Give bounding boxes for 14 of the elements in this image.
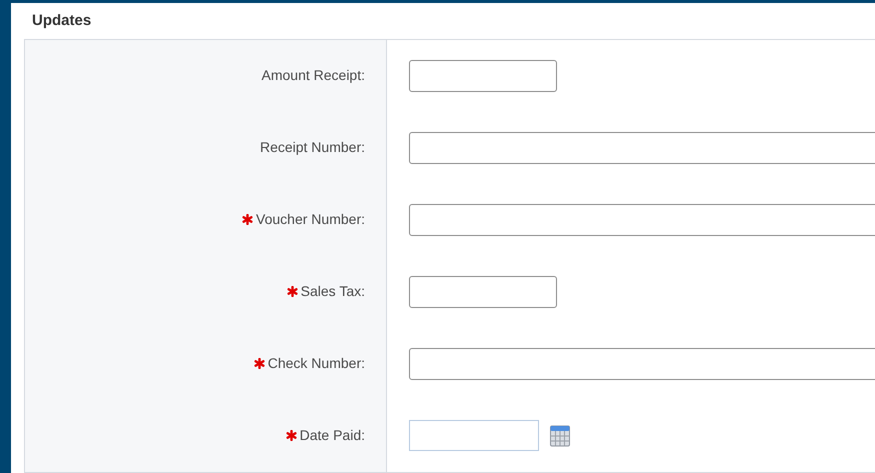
section-title: Updates [32, 11, 92, 31]
input-field[interactable] [409, 276, 557, 308]
input-field[interactable] [409, 348, 875, 380]
field-label: Check Number: [268, 354, 365, 373]
field-label: Amount Receipt: [262, 66, 365, 85]
field-label: Receipt Number: [260, 138, 365, 157]
date-field[interactable] [409, 420, 539, 451]
calendar-icon[interactable] [550, 424, 570, 446]
field-label: Voucher Number: [256, 210, 365, 229]
input-field[interactable] [409, 132, 875, 164]
field-label: Date Paid: [300, 426, 365, 445]
field-label: Sales Tax: [300, 282, 365, 301]
input-field[interactable] [409, 204, 875, 236]
input-field[interactable] [409, 60, 557, 92]
